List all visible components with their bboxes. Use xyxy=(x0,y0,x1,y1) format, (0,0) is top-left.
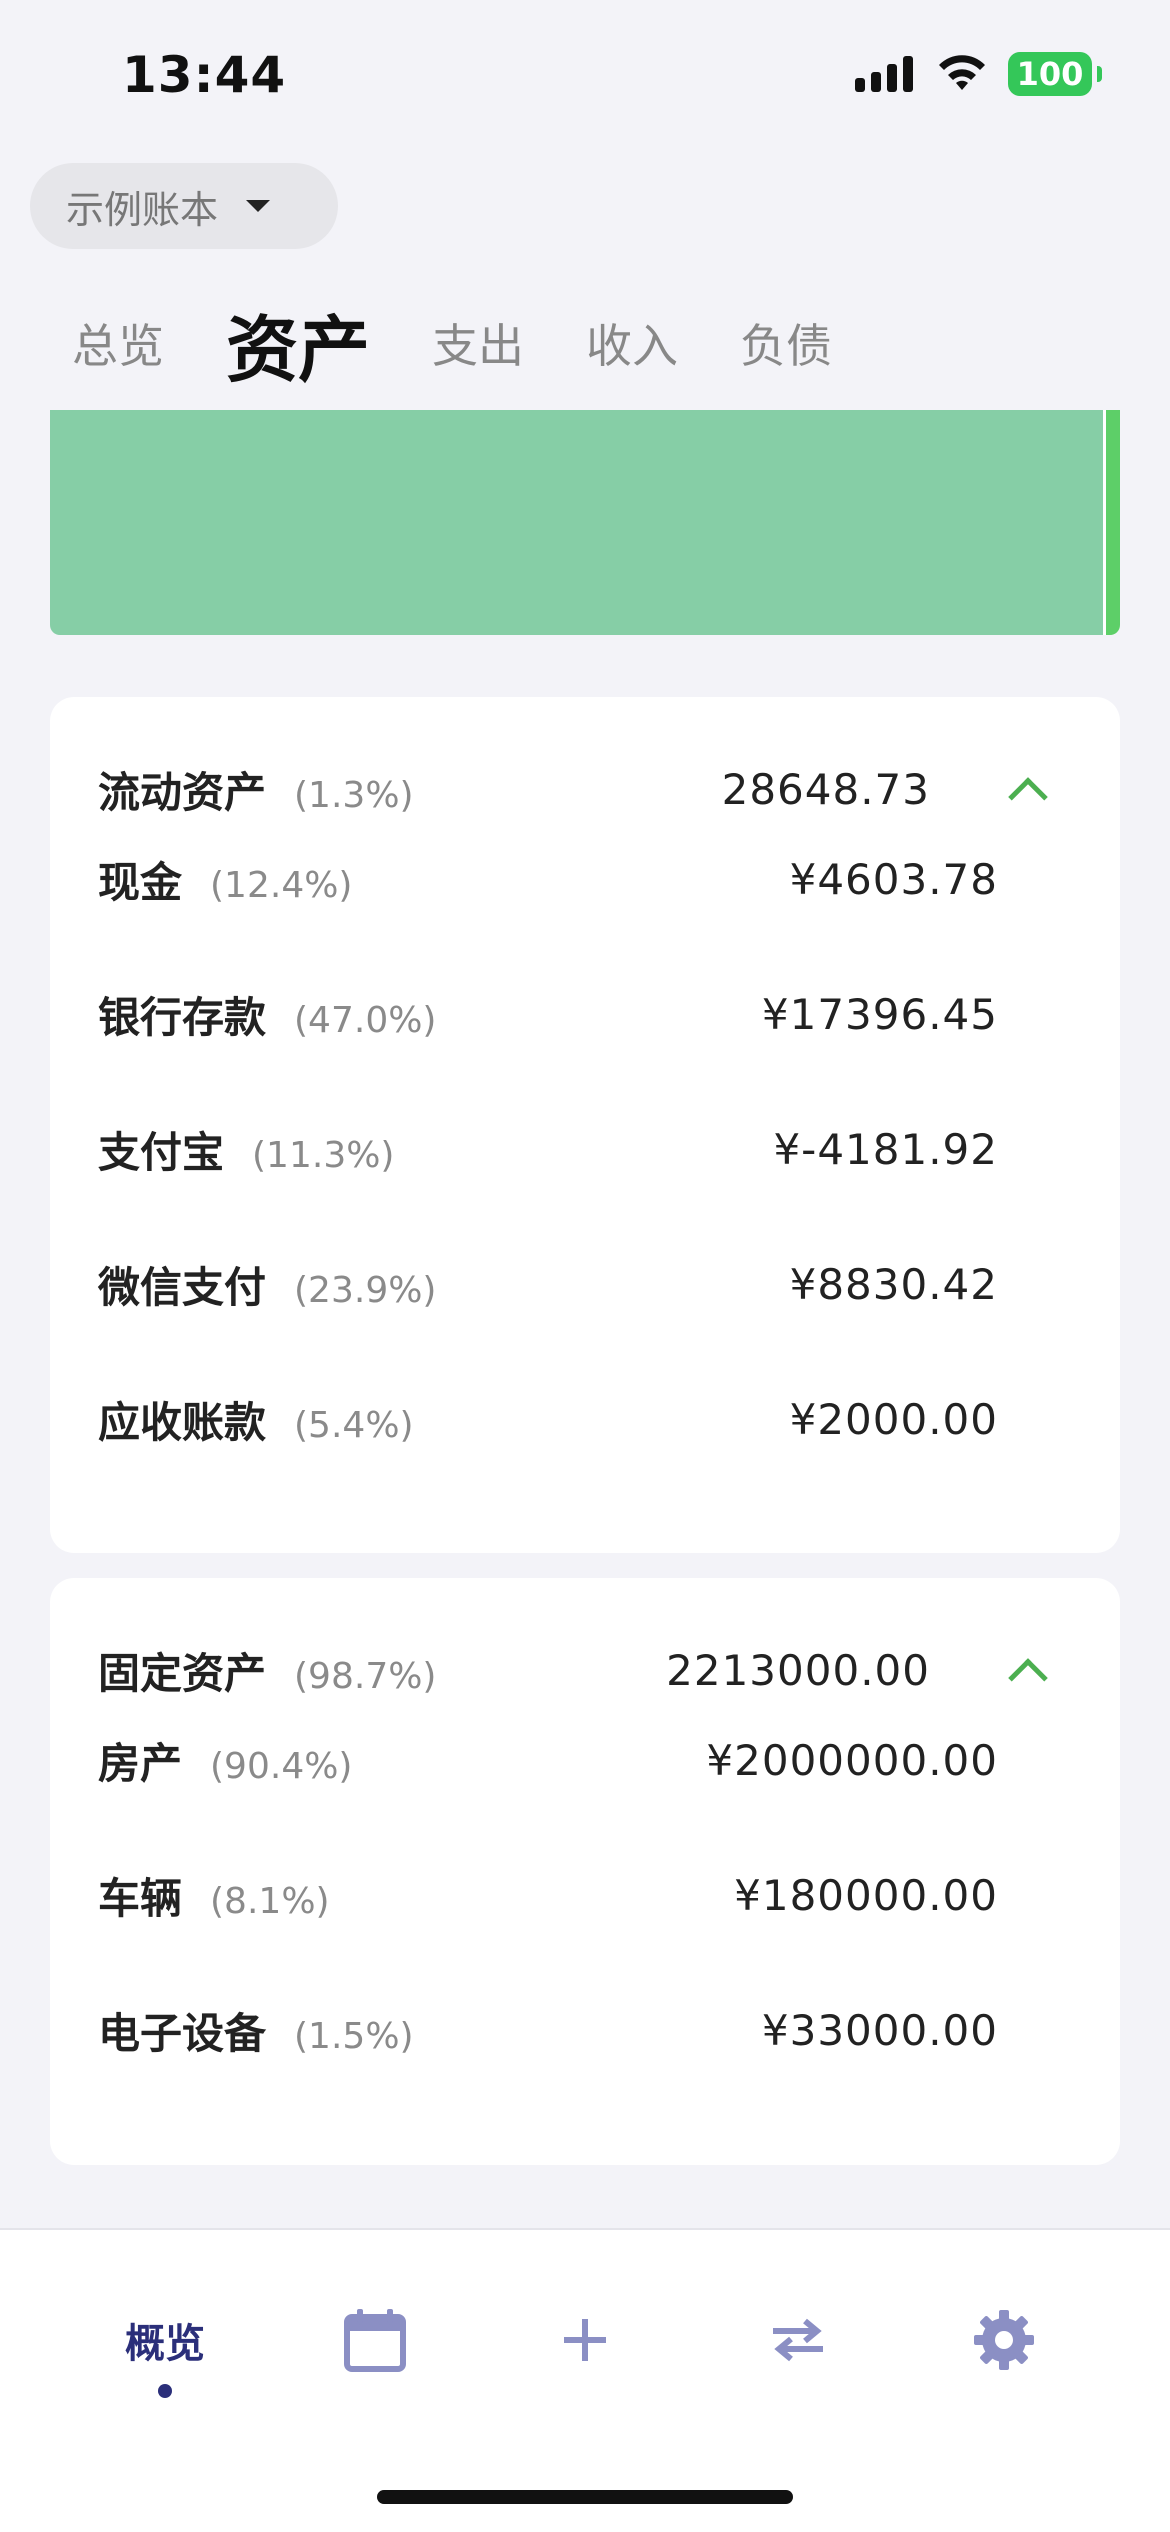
nav-overview[interactable]: 概览 xyxy=(100,2300,230,2380)
asset-percent: (12.4%) xyxy=(210,864,353,906)
tab-assets[interactable]: 资产 xyxy=(226,291,370,396)
group-percent: (98.7%) xyxy=(294,1655,437,1697)
current-assets-header[interactable]: 流动资产 (1.3%) 28648.73 xyxy=(50,749,1120,829)
tab-expense[interactable]: 支出 xyxy=(432,310,524,376)
group-title: 固定资产 xyxy=(98,1648,267,1698)
asset-name: 房产 xyxy=(98,1738,183,1788)
fixed-assets-header[interactable]: 固定资产 (98.7%) 2213000.00 xyxy=(50,1630,1120,1710)
group-title: 流动资产 xyxy=(98,767,267,817)
chevron-up-icon[interactable] xyxy=(1008,1658,1048,1698)
asset-name: 车辆 xyxy=(98,1873,183,1923)
bottom-nav: 概览 xyxy=(0,2228,1170,2532)
tab-liabilities[interactable]: 负债 xyxy=(740,310,832,376)
group-total: 28648.73 xyxy=(721,764,930,814)
asset-amount: ¥2000000.00 xyxy=(706,1735,998,1785)
plus-icon xyxy=(564,2319,606,2361)
asset-row-property[interactable]: 房产 (90.4%) ¥2000000.00 xyxy=(50,1720,1120,1800)
asset-amount: ¥17396.45 xyxy=(761,989,998,1039)
asset-row-cash[interactable]: 现金 (12.4%) ¥4603.78 xyxy=(50,839,1120,919)
home-indicator xyxy=(377,2490,793,2504)
nav-add[interactable] xyxy=(550,2300,620,2380)
asset-name: 应收账款 xyxy=(98,1397,267,1447)
asset-amount: ¥33000.00 xyxy=(761,2005,998,2055)
status-time: 13:44 xyxy=(122,46,287,104)
asset-amount: ¥4603.78 xyxy=(789,854,998,904)
asset-percent: (23.9%) xyxy=(294,1269,437,1311)
battery-icon: 100 xyxy=(1008,52,1102,96)
current-assets-card: 流动资产 (1.3%) 28648.73 现金 (12.4%) ¥4603.78 银… xyxy=(50,697,1120,1553)
asset-amount: ¥180000.00 xyxy=(734,1870,998,1920)
ledger-label: 示例账本 xyxy=(66,187,219,232)
group-total: 2213000.00 xyxy=(666,1645,930,1695)
asset-row-bank[interactable]: 银行存款 (47.0%) ¥17396.45 xyxy=(50,974,1120,1054)
ledger-selector[interactable]: 示例账本 xyxy=(30,163,338,249)
asset-amount: ¥2000.00 xyxy=(789,1394,998,1444)
asset-percent: (11.3%) xyxy=(252,1134,395,1176)
asset-row-wechat-pay[interactable]: 微信支付 (23.9%) ¥8830.42 xyxy=(50,1244,1120,1324)
asset-proportion-bar xyxy=(50,410,1120,635)
asset-bar-segment-current xyxy=(1106,410,1120,635)
active-indicator-dot xyxy=(158,2384,172,2398)
asset-name: 现金 xyxy=(98,857,183,907)
asset-row-electronics[interactable]: 电子设备 (1.5%) ¥33000.00 xyxy=(50,1990,1120,2070)
asset-amount: ¥-4181.92 xyxy=(773,1124,998,1174)
gear-icon xyxy=(974,2310,1034,2370)
group-percent: (1.3%) xyxy=(294,774,414,816)
asset-bar-segment-fixed xyxy=(50,410,1103,635)
category-tabs: 总览 资产 支出 收入 负债 xyxy=(72,288,894,398)
asset-percent: (8.1%) xyxy=(210,1880,330,1922)
fixed-assets-card: 固定资产 (98.7%) 2213000.00 房产 (90.4%) ¥200000… xyxy=(50,1578,1120,2165)
status-bar: 13:44 100 xyxy=(0,0,1170,150)
asset-row-receivables[interactable]: 应收账款 (5.4%) ¥2000.00 xyxy=(50,1379,1120,1459)
asset-name: 微信支付 xyxy=(98,1262,267,1312)
asset-percent: (90.4%) xyxy=(210,1745,353,1787)
tab-overview[interactable]: 总览 xyxy=(72,310,164,376)
asset-amount: ¥8830.42 xyxy=(789,1259,998,1309)
asset-percent: (5.4%) xyxy=(294,1404,414,1446)
nav-calendar[interactable] xyxy=(340,2300,410,2380)
wifi-icon xyxy=(939,55,985,90)
caret-down-icon xyxy=(246,200,271,212)
nav-transfer[interactable] xyxy=(758,2300,838,2380)
calendar-icon xyxy=(344,2309,406,2372)
asset-percent: (47.0%) xyxy=(294,999,437,1041)
swap-icon xyxy=(773,2318,823,2362)
asset-name: 电子设备 xyxy=(98,2008,267,2058)
asset-percent: (1.5%) xyxy=(294,2015,414,2057)
cellular-signal-icon xyxy=(855,56,913,92)
asset-name: 支付宝 xyxy=(98,1127,225,1177)
asset-row-alipay[interactable]: 支付宝 (11.3%) ¥-4181.92 xyxy=(50,1109,1120,1189)
nav-settings[interactable] xyxy=(968,2300,1040,2380)
chevron-up-icon[interactable] xyxy=(1008,777,1048,817)
asset-name: 银行存款 xyxy=(98,992,267,1042)
tab-income[interactable]: 收入 xyxy=(586,310,678,376)
asset-row-vehicle[interactable]: 车辆 (8.1%) ¥180000.00 xyxy=(50,1855,1120,1935)
